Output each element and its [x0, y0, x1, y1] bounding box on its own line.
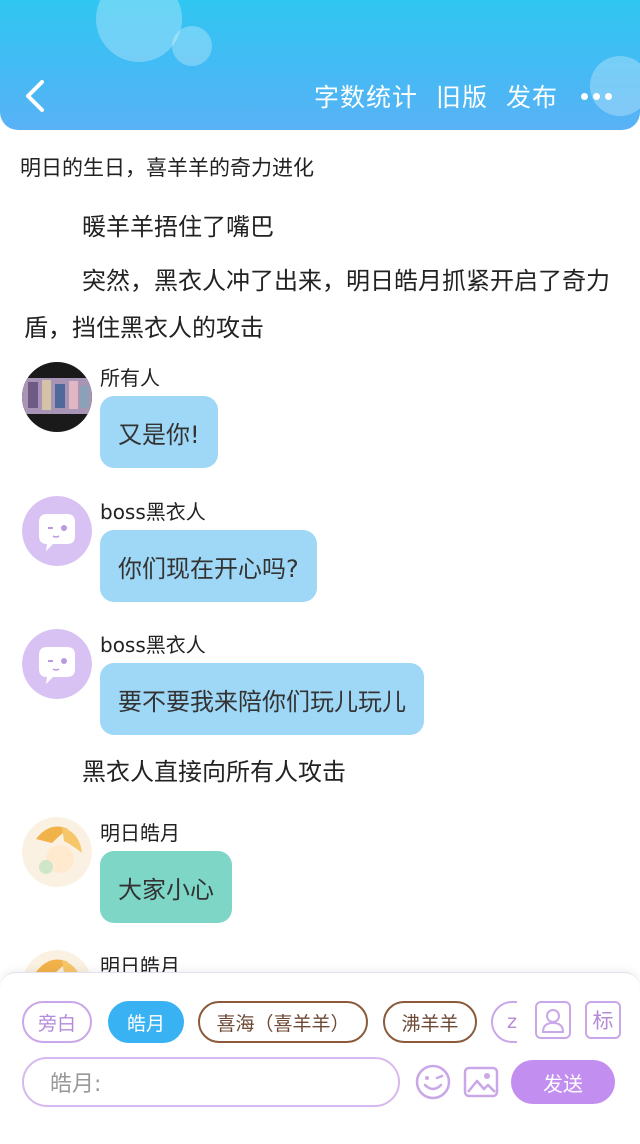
message-bubble[interactable]: 你们现在开心吗?: [100, 530, 317, 602]
role-selector[interactable]: 旁白 皓月 喜海（喜羊羊） 沸羊羊 z: [22, 1001, 517, 1043]
message-bubble[interactable]: 大家小心: [100, 851, 232, 923]
role-chip-narrator[interactable]: 旁白: [22, 1001, 92, 1043]
avatar-icon: [22, 362, 92, 432]
role-chip-xihai[interactable]: 喜海（喜羊羊）: [198, 1001, 368, 1043]
decoration-bubble: [96, 0, 182, 62]
speaker-name: boss黑衣人: [100, 500, 206, 524]
role-chip-partial[interactable]: z: [491, 1001, 517, 1043]
speaker-name: boss黑衣人: [100, 633, 206, 657]
role-chip-haoyue[interactable]: 皓月: [108, 1001, 184, 1043]
message-bubble[interactable]: 又是你!: [100, 396, 218, 468]
message-bubble[interactable]: 要不要我来陪你们玩儿玩儿: [100, 663, 424, 735]
image-icon[interactable]: [462, 1063, 500, 1101]
avatar-icon: [22, 629, 92, 699]
decoration-bubble: [172, 26, 212, 66]
narration[interactable]: 暖羊羊捂住了嘴巴: [24, 204, 616, 251]
story-title: 明日的生日，喜羊羊的奇力进化: [20, 156, 314, 180]
more-icon[interactable]: [576, 76, 616, 116]
narration[interactable]: 突然，黑衣人冲了出来，明日皓月抓紧开启了奇力盾，挡住黑衣人的攻击: [24, 258, 616, 352]
speaker-name: 所有人: [100, 366, 160, 390]
old-version-button[interactable]: 旧版: [436, 78, 488, 114]
speaker-name: 明日皓月: [100, 821, 180, 845]
avatar-icon: [22, 817, 92, 887]
role-chip-feiyangyang[interactable]: 沸羊羊: [383, 1001, 477, 1043]
word-count-button[interactable]: 字数统计: [314, 78, 418, 114]
avatar-icon: [22, 496, 92, 566]
emoji-icon[interactable]: [414, 1063, 452, 1101]
story-content[interactable]: 明日的生日，喜羊羊的奇力进化 暖羊羊捂住了嘴巴 突然，黑衣人冲了出来，明日皓月抓…: [0, 130, 640, 975]
top-bar: 字数统计 旧版 发布: [0, 0, 640, 130]
mark-button[interactable]: 标: [585, 1001, 621, 1039]
back-button[interactable]: [20, 74, 60, 118]
send-button[interactable]: 发送: [511, 1060, 615, 1104]
message-input[interactable]: 皓月:: [22, 1057, 400, 1107]
back-icon: [26, 80, 44, 112]
publish-button[interactable]: 发布: [506, 78, 558, 114]
user-icon[interactable]: [535, 1001, 571, 1039]
narration[interactable]: 黑衣人直接向所有人攻击: [24, 749, 616, 796]
composer: 旁白 皓月 喜海（喜羊羊） 沸羊羊 z 标 皓月: 发送: [0, 972, 640, 1144]
